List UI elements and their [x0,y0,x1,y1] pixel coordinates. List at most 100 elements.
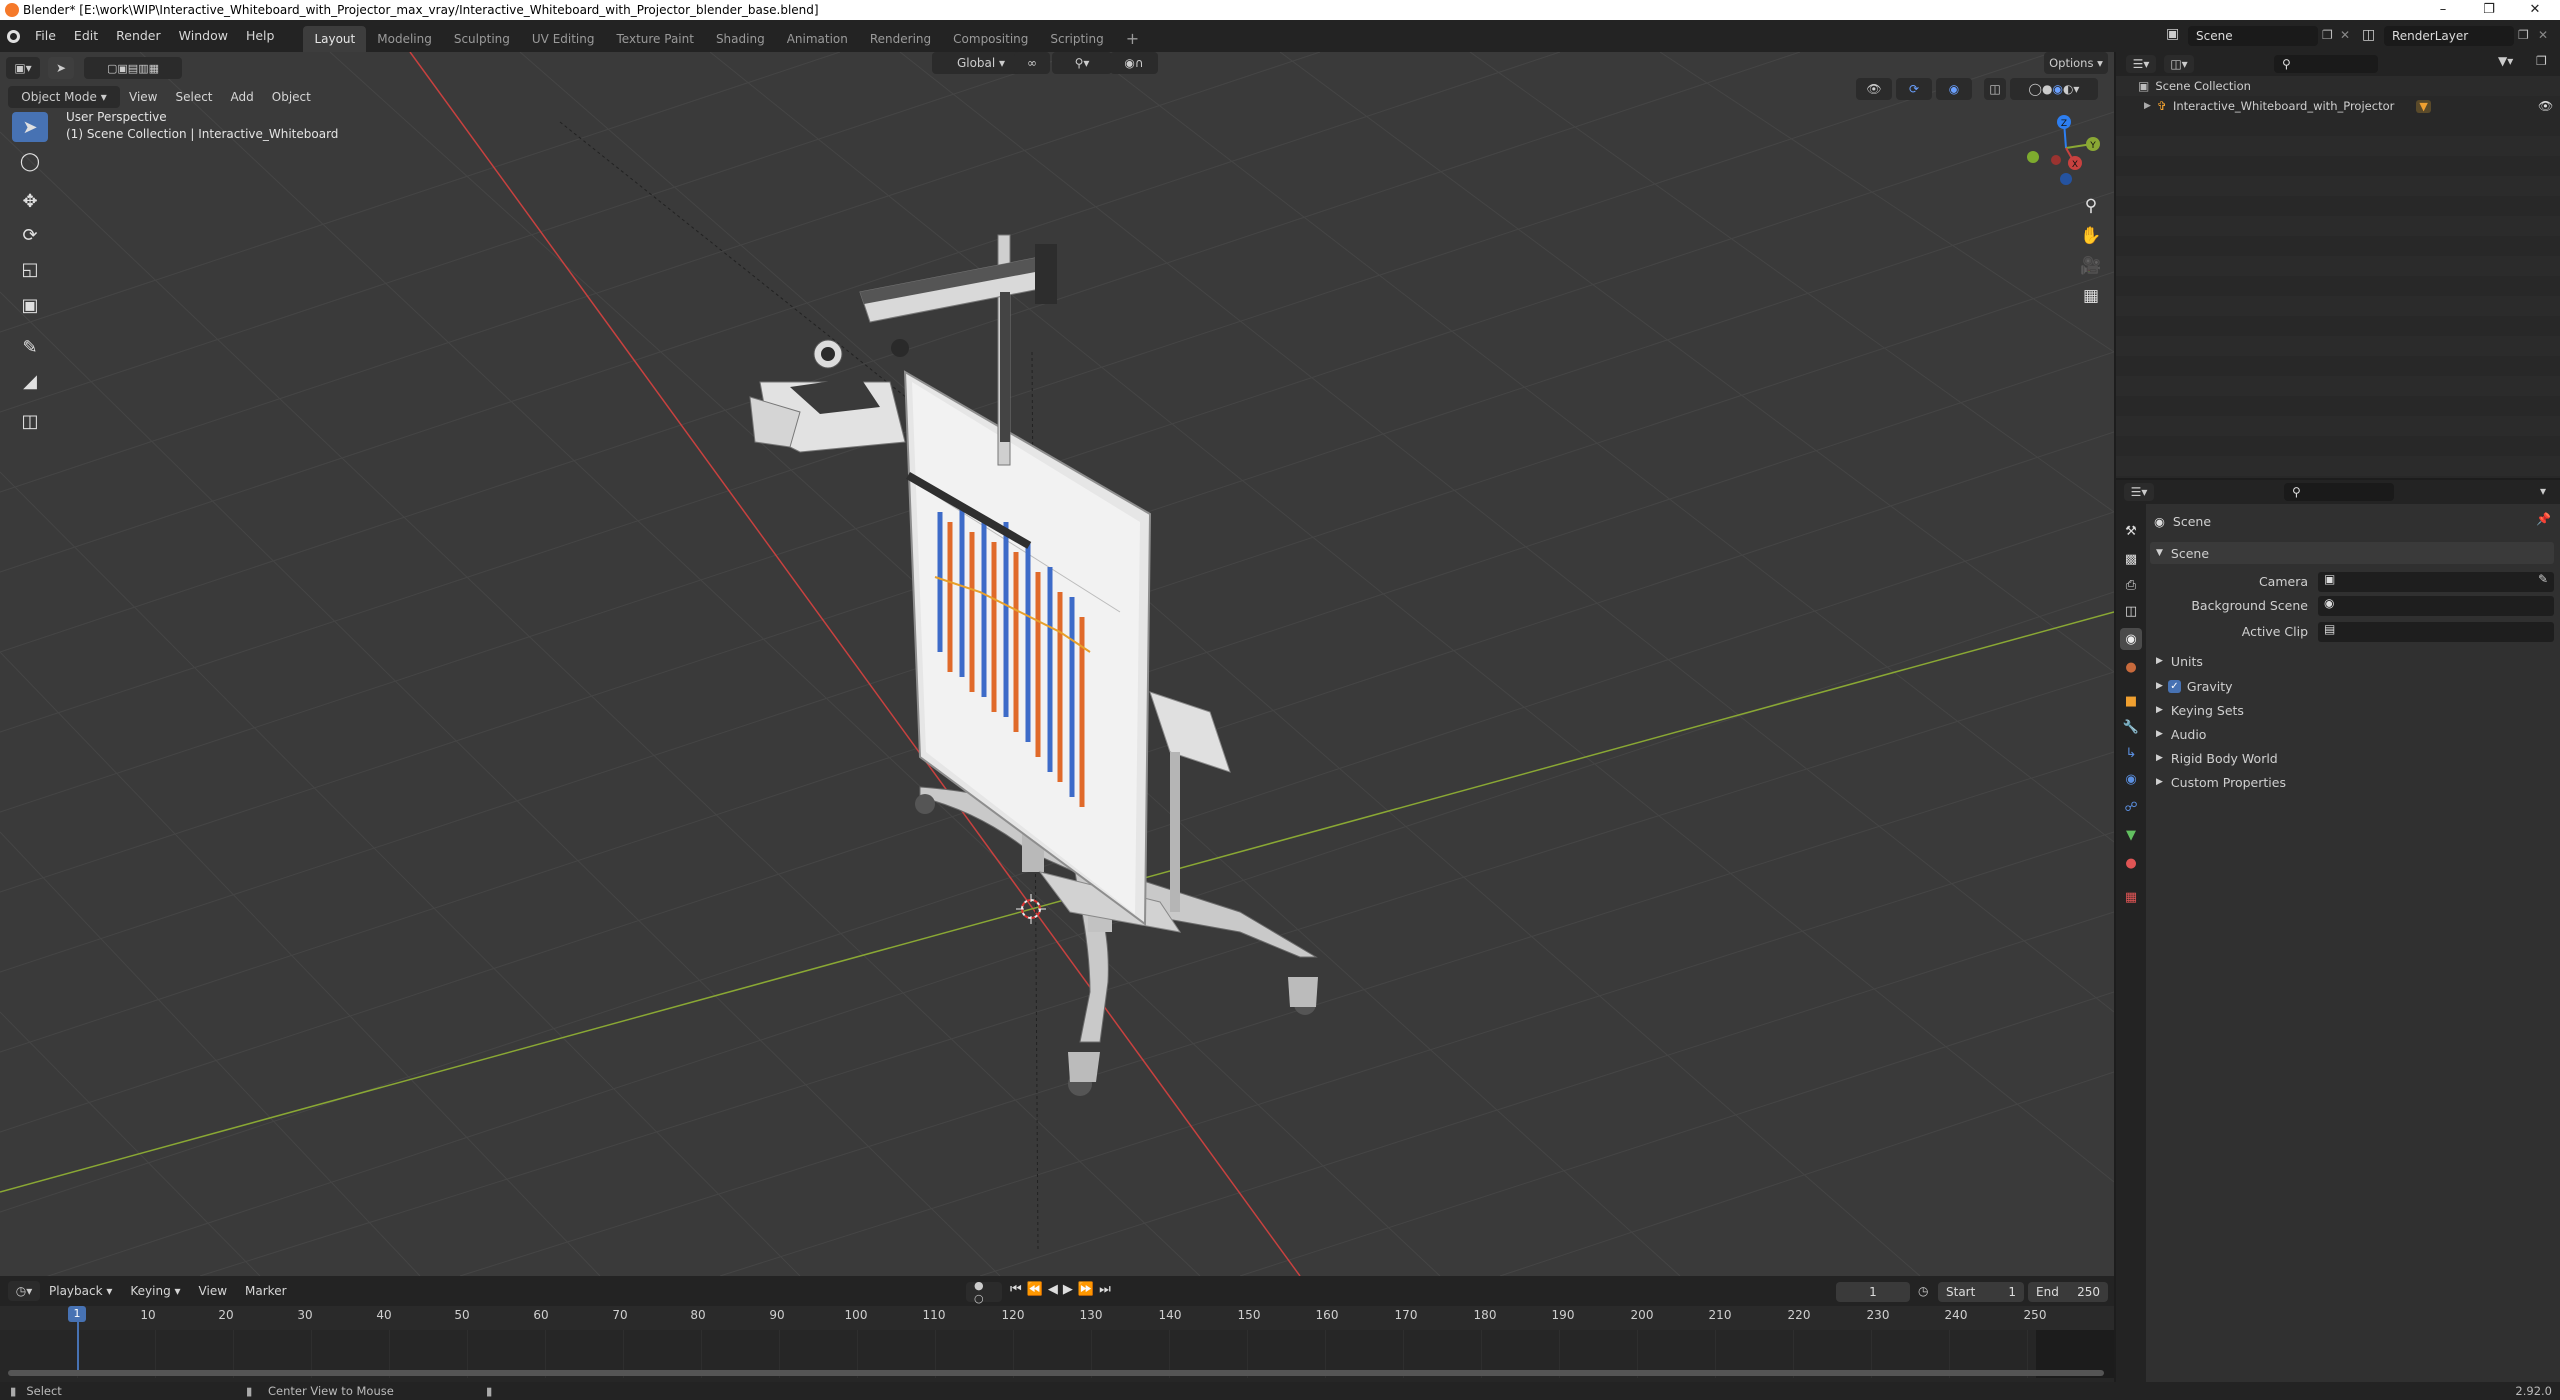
delete-scene-icon[interactable]: ✕ [2340,28,2350,42]
end-frame-field[interactable]: End 250 [2028,1282,2108,1302]
new-scene-icon[interactable]: ❐ [2322,28,2333,42]
scene-panel-header[interactable]: ▼ Scene [2150,542,2554,564]
prev-keyframe-icon[interactable]: ⏪ [1027,1282,1043,1302]
outliner-row-scene-collection[interactable]: ▣ Scene Collection [2116,76,2560,96]
tab-compositing[interactable]: Compositing [942,26,1039,52]
overlays-icon[interactable]: ◉ [1936,78,1972,100]
properties-editor-icon[interactable]: ☰▾ [2124,483,2154,501]
tab-layout[interactable]: Layout [303,26,367,52]
subpanel-units[interactable]: ▶ Units [2150,650,2554,672]
tab-animation[interactable]: Animation [776,26,859,52]
start-frame-field[interactable]: Start 1 [1938,1282,2024,1302]
move-tool[interactable]: ✥ [12,186,48,216]
current-frame-marker[interactable]: 1 [68,1306,86,1322]
tab-output-icon[interactable]: ⎙ [2120,574,2142,596]
shading-mode-buttons[interactable]: ◯● ◉ ◐▾ [2010,78,2098,100]
tab-view-layer-icon[interactable]: ◫ [2120,600,2142,622]
tab-texture-paint[interactable]: Texture Paint [606,26,705,52]
subpanel-keying-sets[interactable]: ▶ Keying Sets [2150,699,2554,721]
jump-end-icon[interactable]: ⏭ [1099,1282,1111,1302]
blender-menu-icon[interactable] [0,20,26,52]
tab-scene-icon[interactable]: ◉ [2120,628,2142,650]
viewport-menu-view[interactable]: View [120,86,166,108]
subpanel-custom-properties[interactable]: ▶ Custom Properties [2150,771,2554,793]
select-box-tool[interactable]: ➤ [12,112,48,142]
proportional-edit-icon[interactable]: ◉∩ [1110,52,1158,74]
options-dropdown[interactable]: Options ▾ [2044,52,2108,74]
viewport-menu-object[interactable]: Object [263,86,320,108]
new-collection-icon[interactable]: ❐ [2536,54,2547,68]
outliner-editor-icon[interactable]: ☰▾ [2126,55,2156,73]
menu-render[interactable]: Render [107,20,170,52]
expand-arrow-icon[interactable]: ▶ [2144,101,2151,111]
tab-object-icon[interactable]: ■ [2120,690,2142,712]
filter-icon[interactable]: ▼▾ [2498,54,2513,68]
properties-search-input[interactable]: ⚲ [2284,483,2394,501]
add-workspace-button[interactable]: + [1115,26,1150,52]
tab-modeling[interactable]: Modeling [366,26,443,52]
menu-edit[interactable]: Edit [65,20,107,52]
measure-tool[interactable]: ◢ [12,366,48,396]
delete-view-layer-icon[interactable]: ✕ [2538,28,2548,42]
pin-icon[interactable]: 📌 [2536,512,2551,526]
outliner-panel[interactable]: ☰▾ ◫▾ ⚲ ▼▾ ❐ ▣ Scene Collection ▶ ✞ Inte… [2116,52,2560,478]
play-reverse-icon[interactable]: ◀ [1048,1282,1058,1302]
background-scene-field[interactable]: ◉ [2318,596,2554,616]
tab-material-icon[interactable]: ● [2120,852,2142,874]
snap-icon[interactable]: ⚲▾ [1052,52,1112,74]
editor-type-icon[interactable]: ▣▾ [6,57,40,79]
selection-mode-buttons[interactable]: ▢▣▤▥▦ [84,57,182,79]
menu-help[interactable]: Help [237,20,284,52]
cursor-tool[interactable]: ◯ [12,146,48,176]
play-icon[interactable]: ▶ [1063,1282,1073,1302]
camera-view-icon[interactable]: 🎥 [2076,252,2106,280]
jump-start-icon[interactable]: ⏮ [1010,1282,1022,1302]
tab-modifiers-icon[interactable]: 🔧 [2120,716,2142,738]
gravity-checkbox[interactable]: ✓ [2167,679,2181,693]
add-cube-tool[interactable]: ◫ [12,406,48,436]
tab-world-icon[interactable]: ● [2120,656,2142,678]
viewport-menu-select[interactable]: Select [166,86,221,108]
timeline-editor-icon[interactable]: ◷▾ [8,1281,40,1301]
timeline-scrollbar[interactable] [8,1370,2104,1376]
3d-viewport[interactable]: Z Y X [0,52,2114,1276]
viewport-menu-add[interactable]: Add [222,86,263,108]
eye-visibility-icon[interactable]: 👁 [2538,99,2553,113]
maximize-icon[interactable]: ❐ [2466,0,2512,20]
subpanel-rigid-body-world[interactable]: ▶ Rigid Body World [2150,747,2554,769]
viewport-canvas[interactable]: Z Y X [0,52,2114,1276]
eyedropper-icon[interactable]: ✎ [2538,572,2548,586]
minimize-icon[interactable]: – [2420,0,2466,20]
subpanel-gravity[interactable]: ▶ ✓ Gravity [2150,675,2554,697]
pivot-point-icon[interactable]: ∞ [1014,52,1050,74]
properties-options-icon[interactable]: ▾ [2540,484,2546,498]
tab-sculpting[interactable]: Sculpting [443,26,521,52]
current-frame-field[interactable]: 1 [1836,1282,1910,1302]
zoom-icon[interactable]: ⚲ [2076,192,2106,220]
subpanel-audio[interactable]: ▶ Audio [2150,723,2554,745]
close-icon[interactable]: ✕ [2512,0,2558,20]
next-keyframe-icon[interactable]: ⏩ [1078,1282,1094,1302]
tab-physics-icon[interactable]: ◉ [2120,768,2142,790]
tab-tool-icon[interactable]: ⚒ [2120,520,2142,542]
object-mode-dropdown[interactable]: Object Mode ▾ [8,86,120,108]
annotate-tool[interactable]: ✎ [12,332,48,362]
tab-particles-icon[interactable]: ↳ [2120,742,2142,764]
scene-selector[interactable]: Scene [2188,26,2318,46]
tab-data-icon[interactable]: ▼ [2120,824,2142,846]
rotate-tool[interactable]: ⟳ [12,220,48,250]
tab-uv-editing[interactable]: UV Editing [521,26,606,52]
select-tool-icon[interactable]: ➤ [48,57,74,79]
tab-rendering[interactable]: Rendering [859,26,942,52]
tab-texture-icon[interactable]: ▦ [2120,886,2142,908]
timeline-menu-marker[interactable]: Marker [236,1280,295,1302]
tab-shading[interactable]: Shading [705,26,776,52]
pan-hand-icon[interactable]: ✋ [2076,222,2106,250]
gizmo-toggle-icon[interactable]: ⟳ [1896,78,1932,100]
properties-panel[interactable]: ☰▾ ⚲ ▾ [2116,480,2560,1400]
visibility-icon[interactable]: 👁 [1856,78,1892,100]
active-clip-field[interactable]: ▤ [2318,622,2554,642]
timeline-menu-view[interactable]: View [190,1280,236,1302]
timeline-menu-keying[interactable]: Keying ▾ [121,1280,189,1302]
view-layer-selector[interactable]: RenderLayer [2384,26,2514,46]
